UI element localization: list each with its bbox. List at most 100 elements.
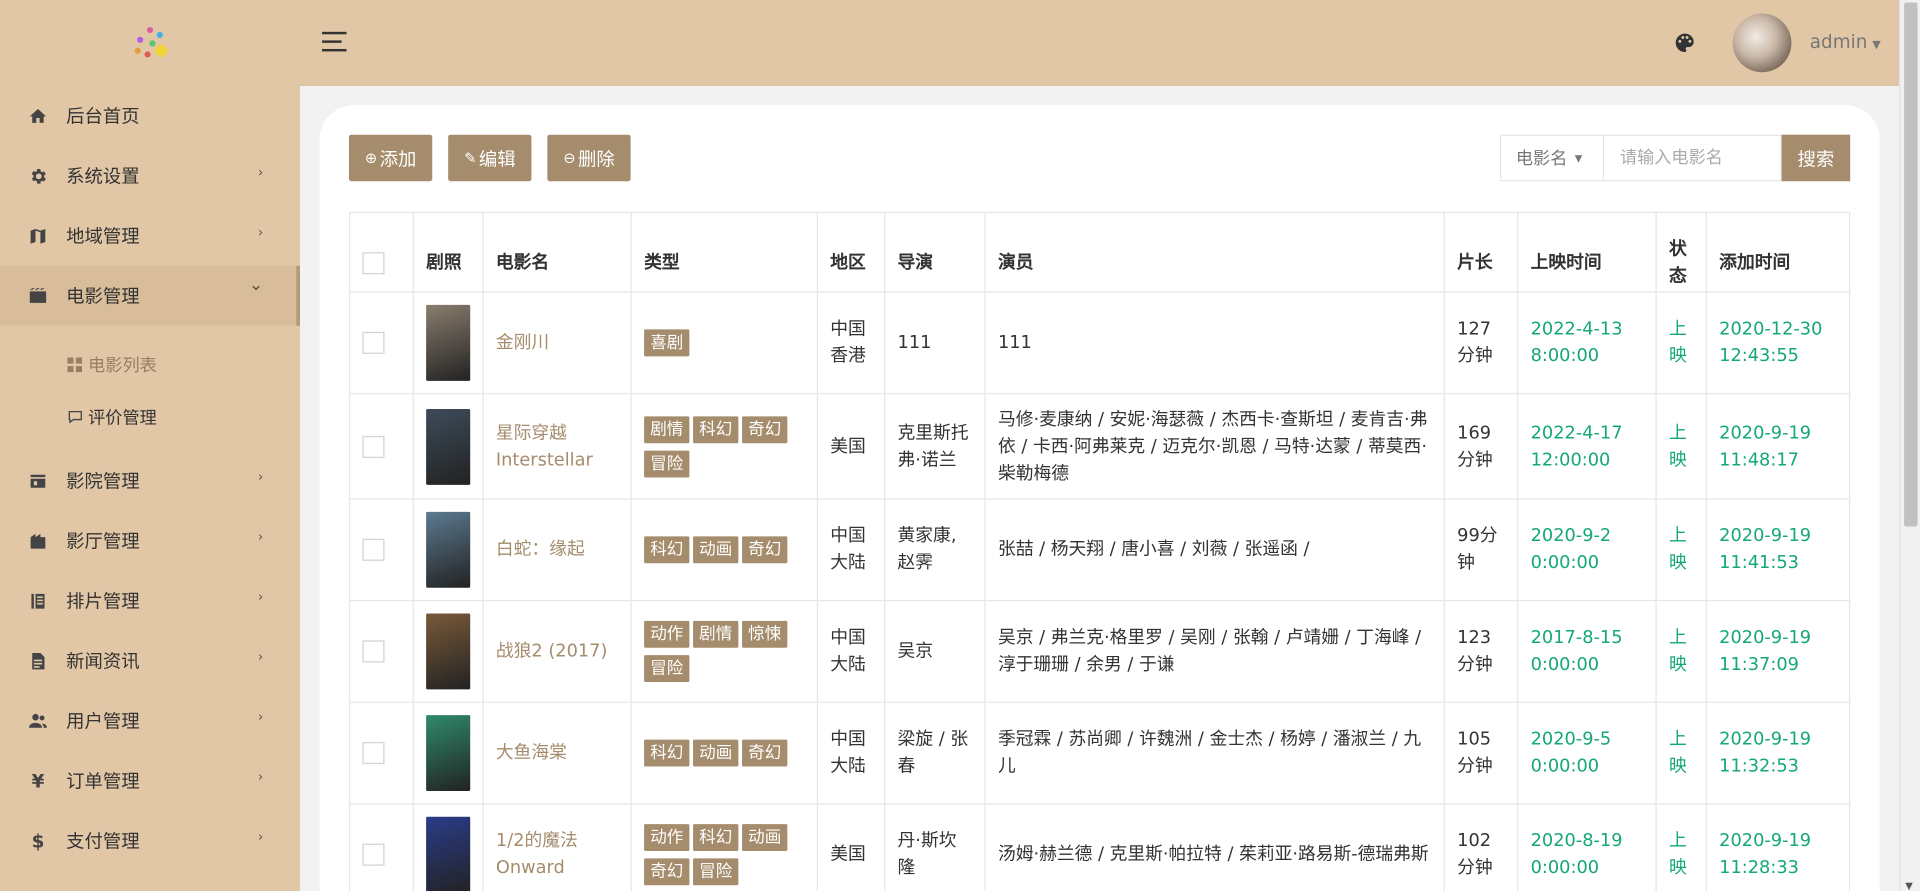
column-header: 演员	[984, 211, 1445, 293]
duration-cell: 123分钟	[1443, 600, 1519, 703]
region-cell: 中国大陆	[816, 701, 886, 805]
row-checkbox[interactable]	[362, 640, 385, 663]
menu-toggle-icon[interactable]	[322, 31, 347, 54]
movie-table: 剧照 电影名 类型 地区 导演 演员 片长 上映时间 状态 添加时间 金刚川 喜剧 中国香港 111 11…	[348, 211, 1851, 891]
movie-poster	[426, 408, 471, 485]
edit-button[interactable]: ✎ 编辑	[448, 134, 532, 182]
delete-button[interactable]: ⊖ 删除	[547, 134, 631, 182]
sidebar-item-8[interactable]: 新闻资讯 ›	[0, 631, 300, 691]
scroll-down-icon[interactable]: ▼	[1905, 880, 1913, 891]
duration-cell: 102分钟	[1443, 803, 1519, 891]
table-row[interactable]: 大鱼海棠 科幻 动画 奇幻 中国大陆 梁旋 / 张春 季冠霖 / 苏尚卿 / 许魏洲 / 金…	[348, 701, 1851, 805]
sidebar-submenu: 电影列表 评价管理	[0, 325, 301, 451]
row-checkbox[interactable]	[362, 538, 385, 561]
sidebar-subitem-2[interactable]: 评价管理	[0, 391, 300, 444]
poster-cell	[412, 600, 484, 703]
chevron-down-icon: ▼	[1574, 152, 1583, 164]
row-select-cell	[348, 600, 414, 703]
column-header: 地区	[816, 211, 886, 293]
table-row[interactable]: 白蛇：缘起 科幻 动画 奇幻 中国大陆 黄家康, 赵霁 张喆 / 杨天翔 / 唐小喜 / 刘…	[348, 498, 1851, 602]
row-checkbox[interactable]	[362, 331, 385, 354]
gear-icon	[27, 165, 49, 187]
sidebar-item-3[interactable]: 地域管理 ›	[0, 206, 300, 266]
release-time-cell: 2020-9-2 0:00:00	[1517, 498, 1657, 602]
chevron-right-icon: ›	[257, 468, 264, 485]
row-checkbox[interactable]	[362, 742, 385, 765]
poster-cell	[412, 291, 484, 395]
search-input[interactable]	[1604, 134, 1782, 182]
genre-tag: 科幻	[693, 415, 739, 443]
sidebar-item-7[interactable]: 排片管理 ›	[0, 571, 300, 631]
sidebar-menu: 后台首页 系统设置 › 地域管理 › 电影管理 ⌄ 电影列表 评价管理 影院管理 › 影厅管理 › 排片管…	[0, 86, 301, 871]
sidebar-subitem-label: 评价管理	[88, 408, 157, 428]
genre-tag: 喜剧	[644, 329, 690, 357]
row-checkbox[interactable]	[362, 843, 385, 866]
page-scrollbar[interactable]: ▲ ▼	[1899, 0, 1920, 891]
movie-name-link[interactable]: 战狼2 (2017)	[496, 642, 608, 662]
poster-cell	[412, 701, 484, 805]
movie-name-link[interactable]: 金刚川	[496, 333, 549, 353]
top-header: admin ▼	[300, 0, 1900, 86]
avatar[interactable]	[1732, 13, 1792, 73]
sidebar-subitem-label: 电影列表	[88, 355, 157, 376]
palette-icon[interactable]	[1674, 32, 1696, 54]
chevron-right-icon: ›	[257, 224, 264, 241]
status-cell: 上映	[1655, 701, 1707, 805]
release-time-cell: 2020-8-19 0:00:00	[1517, 803, 1657, 891]
genre-tag: 动画	[693, 739, 739, 767]
genre-tag: 动画	[742, 824, 788, 852]
select-all-cell	[348, 211, 414, 293]
genre-tag: 奇幻	[644, 858, 690, 886]
actors-cell: 季冠霖 / 苏尚卿 / 许魏洲 / 金士杰 / 杨婷 / 潘淑兰 / 九儿	[984, 701, 1445, 805]
movie-name-link[interactable]: 1/2的魔法 Onward	[496, 831, 578, 878]
sidebar-item-5[interactable]: 影院管理 ›	[0, 451, 300, 511]
sidebar-item-11[interactable]: $ 支付管理 ›	[0, 811, 300, 871]
chevron-right-icon: ›	[257, 768, 264, 785]
schedule-icon	[27, 590, 49, 612]
row-select-cell	[348, 498, 414, 602]
chevron-right-icon: ›	[257, 708, 264, 725]
sidebar-item-6[interactable]: 影厅管理 ›	[0, 511, 300, 571]
genre-tag: 奇幻	[742, 415, 788, 443]
sidebar-subitem-1[interactable]: 电影列表	[0, 338, 300, 391]
edit-label: 编辑	[478, 147, 516, 170]
table-row[interactable]: 金刚川 喜剧 中国香港 111 111 127分钟 2022-4-13 8:00:00 上映 2…	[348, 291, 1851, 395]
row-select-cell	[348, 803, 414, 891]
name-cell: 大鱼海棠	[482, 701, 632, 805]
column-header: 剧照	[412, 211, 484, 293]
sidebar-item-9[interactable]: 用户管理 ›	[0, 691, 300, 751]
username: admin	[1809, 30, 1868, 53]
movie-name-link[interactable]: 大鱼海棠	[496, 743, 567, 763]
user-menu[interactable]: admin ▼	[1810, 31, 1881, 53]
table-row[interactable]: 星际穿越 Interstellar 剧情 科幻 奇幻冒险 美国 克里斯托弗·诺兰 马修·麦康…	[348, 393, 1851, 500]
chevron-right-icon: ›	[257, 648, 264, 665]
region-cell: 中国香港	[816, 291, 886, 395]
select-all-checkbox[interactable]	[362, 252, 385, 275]
add-button[interactable]: ⊕ 添加	[348, 134, 433, 182]
column-header: 类型	[630, 211, 818, 293]
scrollbar-thumb[interactable]	[1904, 2, 1918, 527]
logo[interactable]	[0, 0, 300, 86]
table-row[interactable]: 1/2的魔法 Onward 动作 科幻 动画奇幻 冒险 美国 丹·斯坎隆 汤姆·赫兰德 / 克…	[348, 803, 1851, 891]
director-cell: 黄家康, 赵霁	[884, 498, 986, 602]
sidebar-item-1[interactable]: 后台首页	[0, 86, 300, 146]
added-time-cell: 2020-9-19 11:41:53	[1705, 498, 1851, 602]
column-header: 片长	[1443, 211, 1519, 293]
movie-name-link[interactable]: 星际穿越 Interstellar	[496, 423, 593, 470]
building-icon	[27, 530, 49, 552]
table-row[interactable]: 战狼2 (2017) 动作 剧情 惊悚冒险 中国大陆 吴京 吴京 / 弗兰克·格里罗 / 吴…	[348, 600, 1851, 703]
sidebar-item-10[interactable]: ¥ 订单管理 ›	[0, 751, 300, 811]
table-header-row: 剧照 电影名 类型 地区 导演 演员 片长 上映时间 状态 添加时间	[348, 211, 1851, 293]
movie-name-link[interactable]: 白蛇：缘起	[496, 540, 585, 560]
sidebar-item-2[interactable]: 系统设置 ›	[0, 146, 300, 206]
movie-poster	[426, 511, 471, 588]
search-button[interactable]: 搜索	[1781, 134, 1851, 182]
search-field-select[interactable]: 电影名 ▼	[1500, 134, 1605, 182]
row-checkbox[interactable]	[362, 435, 385, 458]
chevron-right-icon: ›	[257, 828, 264, 845]
sidebar-item-4[interactable]: 电影管理 ⌄	[0, 265, 301, 326]
added-time-cell: 2020-9-19 11:48:17	[1705, 393, 1851, 500]
genre-tag: 科幻	[693, 824, 739, 852]
minus-circle-icon: ⊖	[563, 149, 576, 167]
genre-tag: 剧情	[644, 415, 690, 443]
